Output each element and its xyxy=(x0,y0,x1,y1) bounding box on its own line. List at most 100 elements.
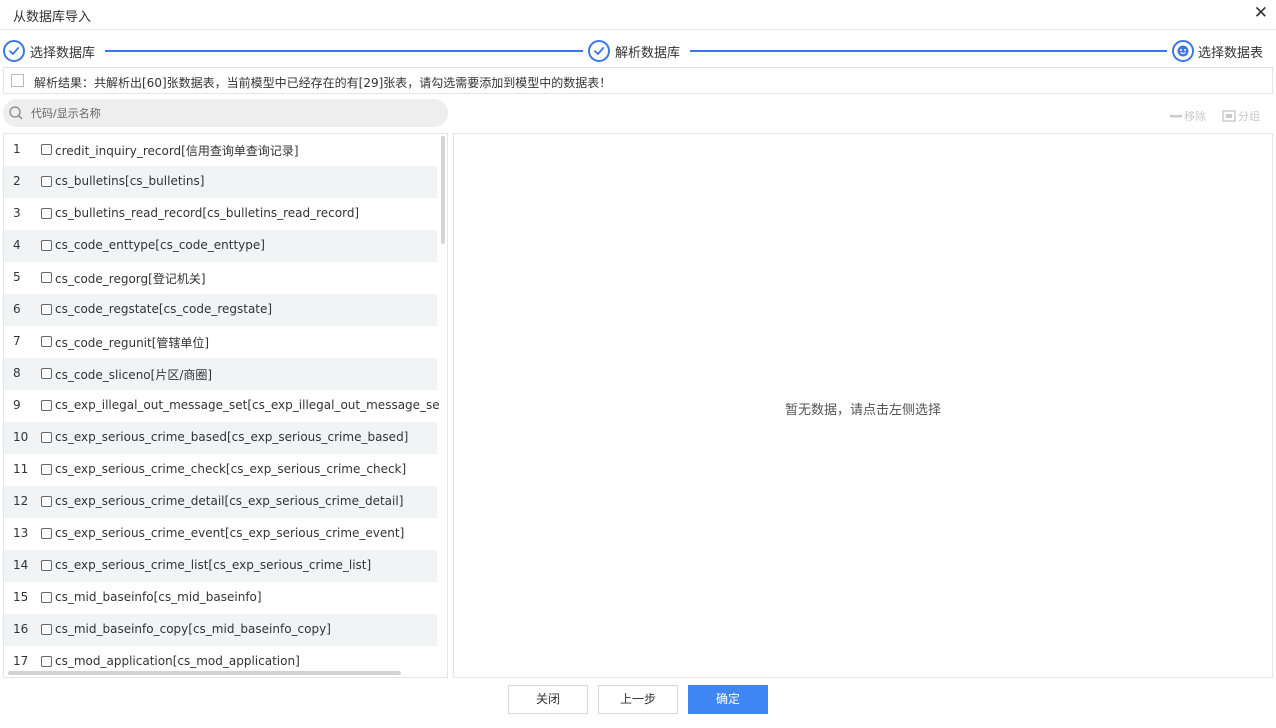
table-row[interactable]: 4 cs_code_enttype[cs_code_enttype] xyxy=(4,230,437,262)
row-checkbox[interactable] xyxy=(41,176,52,187)
row-checkbox[interactable] xyxy=(41,208,52,219)
row-number: 3 xyxy=(13,206,21,220)
row-checkbox[interactable] xyxy=(41,464,52,475)
table-row[interactable]: 9 cs_exp_illegal_out_message_set[cs_exp_i… xyxy=(4,390,440,422)
previous-button[interactable]: 上一步 xyxy=(598,685,678,714)
table-row[interactable]: 5 cs_code_regorg[登记机关] xyxy=(4,262,437,294)
table-name: cs_code_enttype[cs_code_enttype] xyxy=(55,238,265,252)
table-name: cs_mid_baseinfo[cs_mid_baseinfo] xyxy=(55,590,262,604)
step-1-label: 选择数据库 xyxy=(30,46,96,61)
row-number: 11 xyxy=(13,462,29,476)
empty-placeholder: 暂无数据，请点击左侧选择 xyxy=(784,403,941,418)
row-number: 5 xyxy=(13,270,21,284)
minus-icon xyxy=(1170,111,1182,124)
search-box xyxy=(3,99,448,127)
row-number: 9 xyxy=(13,398,21,412)
row-number: 15 xyxy=(13,590,29,604)
table-name: cs_code_regorg[登记机关] xyxy=(55,272,206,286)
horizontal-scrollbar[interactable] xyxy=(8,671,401,675)
title-bar: 从数据库导入 ✕ xyxy=(0,0,1276,30)
table-name: cs_exp_illegal_out_message_set[cs_exp_il… xyxy=(55,398,440,412)
row-number: 14 xyxy=(13,558,29,572)
search-icon xyxy=(8,105,24,125)
dialog-title: 从数据库导入 xyxy=(13,10,92,25)
step-2-label: 解析数据库 xyxy=(615,46,681,61)
row-number: 2 xyxy=(13,174,21,188)
remove-button[interactable]: 移除 xyxy=(1170,108,1206,124)
row-checkbox[interactable] xyxy=(41,624,52,635)
parse-result-bar: 解析结果：共解析出[60]张数据表，当前模型中已经存在的有[29]张表，请勾选需… xyxy=(3,67,1273,94)
row-checkbox[interactable] xyxy=(41,336,52,347)
table-name: cs_code_sliceno[片区/商圈] xyxy=(55,368,213,382)
row-checkbox[interactable] xyxy=(41,560,52,571)
table-name: cs_exp_serious_crime_based[cs_exp_seriou… xyxy=(55,430,409,444)
step-connector-2 xyxy=(690,50,1167,52)
row-checkbox[interactable] xyxy=(41,432,52,443)
row-checkbox[interactable] xyxy=(41,240,52,251)
row-checkbox[interactable] xyxy=(41,304,52,315)
step-3-label: 选择数据表 xyxy=(1198,46,1264,61)
table-name: cs_mid_baseinfo_copy[cs_mid_baseinfo_cop… xyxy=(55,622,331,636)
row-checkbox[interactable] xyxy=(41,592,52,603)
close-icon[interactable]: ✕ xyxy=(1254,3,1268,23)
step-1-check-icon xyxy=(3,40,25,62)
search-input[interactable] xyxy=(31,103,431,123)
table-name: cs_bulletins_read_record[cs_bulletins_re… xyxy=(55,206,360,220)
table-row[interactable]: 11 cs_exp_serious_crime_check[cs_exp_seri… xyxy=(4,454,437,486)
group-icon xyxy=(1222,109,1236,125)
table-name: cs_exp_serious_crime_check[cs_exp_seriou… xyxy=(55,462,407,476)
row-checkbox[interactable] xyxy=(41,496,52,507)
row-checkbox[interactable] xyxy=(41,272,52,283)
table-row[interactable]: 8 cs_code_sliceno[片区/商圈] xyxy=(4,358,437,390)
table-row[interactable]: 7 cs_code_regunit[管辖单位] xyxy=(4,326,437,358)
row-number: 16 xyxy=(13,622,29,636)
row-number: 8 xyxy=(13,366,21,380)
group-button[interactable]: 分组 xyxy=(1222,108,1260,125)
parse-result-text: 解析结果：共解析出[60]张数据表，当前模型中已经存在的有[29]张表，请勾选需… xyxy=(34,76,612,90)
row-number: 10 xyxy=(13,430,29,444)
table-row[interactable]: 2 cs_bulletins[cs_bulletins] xyxy=(4,166,437,198)
row-number: 17 xyxy=(13,654,29,668)
row-number: 6 xyxy=(13,302,21,316)
table-row[interactable]: 10 cs_exp_serious_crime_based[cs_exp_seri… xyxy=(4,422,437,454)
table-name: cs_mod_application[cs_mod_application] xyxy=(55,654,300,668)
table-name: cs_exp_serious_crime_list[cs_exp_serious… xyxy=(55,558,372,572)
vertical-scrollbar[interactable] xyxy=(441,136,445,244)
row-checkbox[interactable] xyxy=(41,400,52,411)
table-name: cs_code_regstate[cs_code_regstate] xyxy=(55,302,273,316)
table-name: cs_exp_serious_crime_event[cs_exp_seriou… xyxy=(55,526,405,540)
select-all-checkbox[interactable] xyxy=(11,74,24,87)
table-name: credit_inquiry_record[信用查询单查询记录] xyxy=(55,144,299,158)
table-name: cs_exp_serious_crime_detail[cs_exp_serio… xyxy=(55,494,404,508)
step-2-check-icon xyxy=(588,40,610,62)
row-checkbox[interactable] xyxy=(41,528,52,539)
table-list[interactable]: 17 cs_mod_application[cs_mod_application]… xyxy=(3,133,448,678)
row-number: 4 xyxy=(13,238,21,252)
step-indicator: 选择数据库 解析数据库 选择数据表 xyxy=(0,37,1276,65)
table-name: cs_bulletins[cs_bulletins] xyxy=(55,174,205,188)
table-row[interactable]: 13 cs_exp_serious_crime_event[cs_exp_seri… xyxy=(4,518,437,550)
table-row[interactable]: 14 cs_exp_serious_crime_list[cs_exp_serio… xyxy=(4,550,437,582)
row-number: 1 xyxy=(13,142,21,156)
table-row[interactable]: 3 cs_bulletins_read_record[cs_bulletins_r… xyxy=(4,198,437,230)
table-row[interactable]: 1 credit_inquiry_record[信用查询单查询记录] xyxy=(4,134,437,166)
table-row[interactable]: 15 cs_mid_baseinfo[cs_mid_baseinfo] xyxy=(4,582,437,614)
row-checkbox[interactable] xyxy=(41,144,52,155)
table-row[interactable]: 12 cs_exp_serious_crime_detail[cs_exp_ser… xyxy=(4,486,437,518)
row-number: 13 xyxy=(13,526,29,540)
step-connector-1 xyxy=(105,50,583,52)
selected-tables-panel: 暂无数据，请点击左侧选择 xyxy=(453,133,1273,678)
row-checkbox[interactable] xyxy=(41,368,52,379)
remove-label: 移除 xyxy=(1184,110,1206,123)
group-label: 分组 xyxy=(1238,110,1260,123)
step-3-current-icon xyxy=(1172,40,1194,62)
row-checkbox[interactable] xyxy=(41,656,52,667)
close-button[interactable]: 关闭 xyxy=(508,685,588,714)
table-name: cs_code_regunit[管辖单位] xyxy=(55,336,210,350)
confirm-button[interactable]: 确定 xyxy=(688,685,768,714)
row-number: 7 xyxy=(13,334,21,348)
table-row[interactable]: 16 cs_mid_baseinfo_copy[cs_mid_baseinfo_c… xyxy=(4,614,437,646)
row-number: 12 xyxy=(13,494,29,508)
import-dialog: 从数据库导入 ✕ 选择数据库 解析数据库 选择数据表 解析结果：共解析出[60]… xyxy=(0,0,1276,728)
table-row[interactable]: 6 cs_code_regstate[cs_code_regstate] xyxy=(4,294,437,326)
